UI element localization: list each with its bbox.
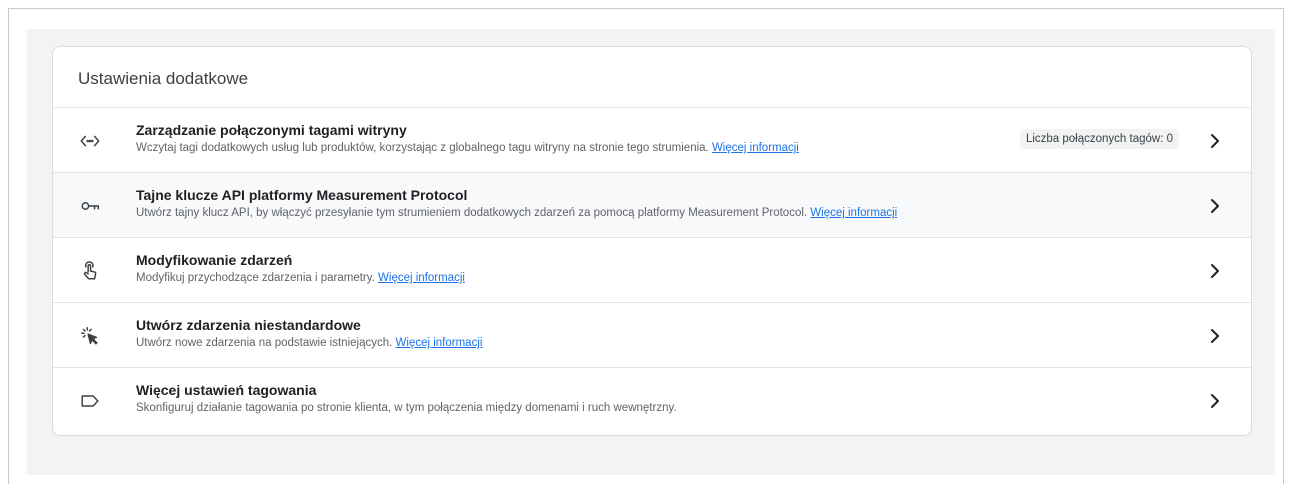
row-description: Utwórz tajny klucz API, by włączyć przes…	[136, 204, 1161, 222]
key-icon	[79, 195, 101, 217]
row-more-tagging-settings[interactable]: Więcej ustawień tagowania Skonfiguruj dz…	[53, 368, 1251, 433]
row-text: Tajne klucze API platformy Measurement P…	[136, 186, 1161, 222]
content-panel: Ustawienia dodatkowe Zarządzanie połączo…	[27, 29, 1275, 475]
row-title: Modyfikowanie zdarzeń	[136, 252, 293, 268]
row-measurement-protocol-secrets[interactable]: Tajne klucze API platformy Measurement P…	[53, 173, 1251, 238]
description-text: Wczytaj tagi dodatkowych usług lub produ…	[136, 142, 709, 154]
row-text: Zarządzanie połączonymi tagami witryny W…	[136, 121, 981, 157]
connected-tags-count-badge: Liczba połączonych tagów: 0	[1019, 129, 1179, 149]
row-text: Więcej ustawień tagowania Skonfiguruj dz…	[136, 381, 1161, 417]
row-text: Modyfikowanie zdarzeń Modyfikuj przychod…	[136, 251, 1161, 287]
window-frame: Ustawienia dodatkowe Zarządzanie połączo…	[8, 8, 1284, 484]
description-text: Utwórz tajny klucz API, by włączyć przes…	[136, 207, 808, 219]
row-title: Więcej ustawień tagowania	[136, 382, 317, 398]
sparkle-cursor-icon	[79, 325, 101, 347]
learn-more-link[interactable]: Więcej informacji	[712, 142, 799, 154]
chevron-right-icon	[1207, 327, 1223, 345]
row-description: Modyfikuj przychodzące zdarzenia i param…	[136, 269, 1161, 287]
learn-more-link[interactable]: Więcej informacji	[810, 207, 897, 219]
row-description: Utwórz nowe zdarzenia na podstawie istni…	[136, 334, 1161, 352]
row-title: Tajne klucze API platformy Measurement P…	[136, 187, 468, 203]
row-title: Zarządzanie połączonymi tagami witryny	[136, 122, 407, 138]
row-title: Utwórz zdarzenia niestandardowe	[136, 317, 361, 333]
row-modify-events[interactable]: Modyfikowanie zdarzeń Modyfikuj przychod…	[53, 238, 1251, 303]
chevron-right-icon	[1207, 392, 1223, 410]
description-text: Modyfikuj przychodzące zdarzenia i param…	[136, 272, 375, 284]
row-description: Wczytaj tagi dodatkowych usług lub produ…	[136, 139, 981, 157]
learn-more-link[interactable]: Więcej informacji	[378, 272, 465, 284]
label-tag-icon	[79, 390, 101, 412]
touch-hand-icon	[79, 260, 101, 282]
code-tag-icon	[79, 130, 101, 152]
row-create-custom-events[interactable]: Utwórz zdarzenia niestandardowe Utwórz n…	[53, 303, 1251, 368]
chevron-right-icon	[1207, 132, 1223, 150]
description-text: Utwórz nowe zdarzenia na podstawie istni…	[136, 337, 393, 349]
chevron-right-icon	[1207, 197, 1223, 215]
additional-settings-card: Ustawienia dodatkowe Zarządzanie połączo…	[52, 46, 1252, 436]
card-title: Ustawienia dodatkowe	[53, 47, 1251, 108]
row-connected-site-tags[interactable]: Zarządzanie połączonymi tagami witryny W…	[53, 108, 1251, 173]
row-text: Utwórz zdarzenia niestandardowe Utwórz n…	[136, 316, 1161, 352]
learn-more-link[interactable]: Więcej informacji	[396, 337, 483, 349]
row-description: Skonfiguruj działanie tagowania po stron…	[136, 402, 677, 414]
chevron-right-icon	[1207, 262, 1223, 280]
